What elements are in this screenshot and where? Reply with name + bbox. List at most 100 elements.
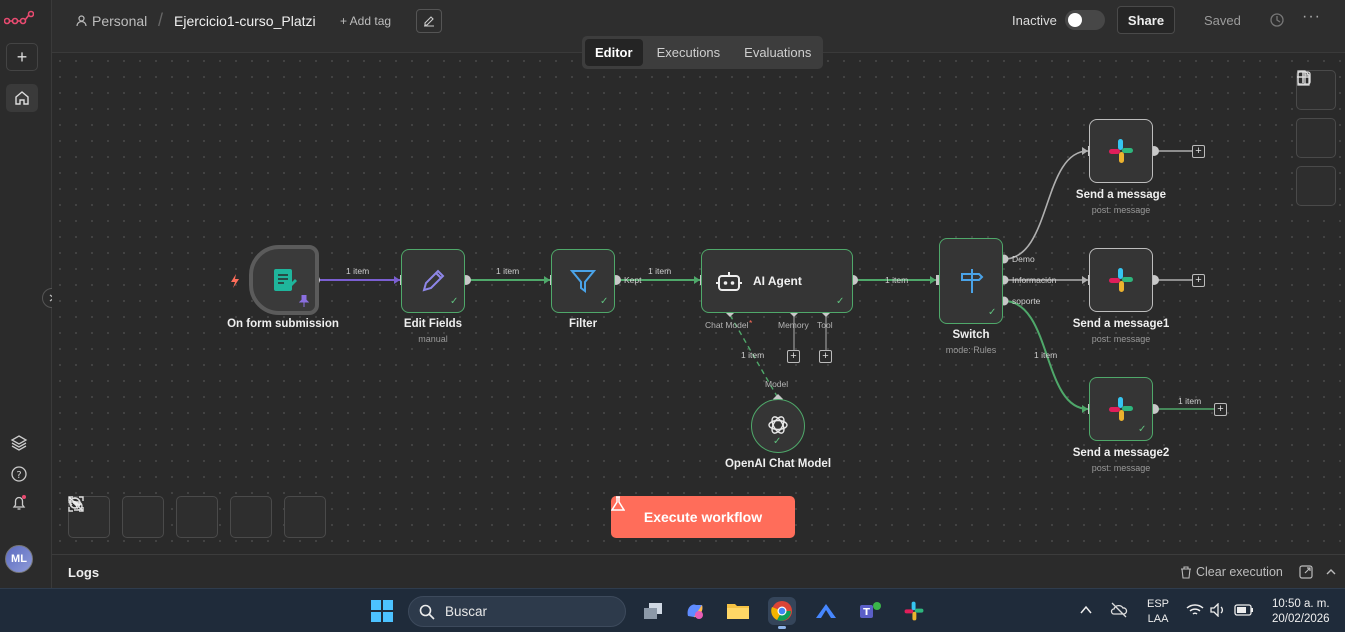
history-icon[interactable] [1269,12,1285,28]
node-send-message[interactable] [1089,119,1153,183]
edge-label: 1 item [496,266,520,276]
edge-label: 1 item [346,266,370,276]
share-button[interactable]: Share [1117,6,1175,34]
activation-label: Inactive [1012,13,1057,28]
home-button[interactable] [6,84,38,112]
tab-executions[interactable]: Executions [647,39,731,66]
node-send-message2[interactable]: ✓ [1089,377,1153,441]
n8n-logo-icon[interactable] [4,8,34,28]
workflow-canvas[interactable]: On form submission ✓ Edit Fields manual … [52,52,1345,554]
wifi-icon[interactable] [1186,603,1204,617]
node-label-trigger: On form submission [227,318,339,330]
tab-editor[interactable]: Editor [585,39,643,66]
help-icon[interactable]: ? [10,465,28,483]
node-label-switch: Switch [952,329,990,341]
add-after-message1-button[interactable]: + [1192,274,1205,287]
node-switch[interactable]: ✓ [939,238,1003,324]
vpn-app-icon[interactable] [812,597,840,625]
node-label-openai: OpenAI Chat Model [724,458,832,470]
add-tag-button[interactable]: + Add tag [340,14,391,28]
add-sticky-button[interactable] [1296,70,1336,158]
toggle-panel-button[interactable] [1296,71,1336,206]
search-icon [419,604,435,620]
slack-icon [1109,268,1133,292]
clear-execution-button[interactable]: Clear execution [1180,565,1283,579]
port-label-model: Model [765,379,789,389]
logs-panel[interactable]: Logs Clear execution [52,554,1345,588]
slack-app-icon[interactable] [900,597,928,625]
add-tool-button[interactable]: + [819,350,832,363]
workflow-name[interactable]: Ejercicio1-curso_Platzi [174,13,316,29]
filter-icon [569,270,597,293]
panel-icon [1297,71,1311,85]
node-label-ai-agent: AI Agent [753,274,802,288]
robot-icon [716,272,742,291]
switch-output-demo: Demo [1012,254,1035,264]
reset-zoom-button[interactable] [68,496,272,538]
add-after-message2-button[interactable]: + [1214,403,1227,416]
node-label-edit-fields: Edit Fields [403,318,463,330]
copilot-icon[interactable] [681,597,709,625]
pin-icon [299,295,309,307]
volume-icon[interactable] [1210,603,1226,617]
keyboard-layout: LAA [1147,613,1169,625]
pencil-icon [422,269,445,292]
zoom-out-button[interactable] [69,496,218,538]
more-options-button[interactable]: ··· [1302,8,1321,26]
tray-overflow-icon[interactable] [1080,605,1092,615]
zoom-in-button[interactable] [69,496,164,538]
templates-icon[interactable] [10,434,28,452]
chevron-up-icon[interactable] [1325,566,1337,578]
popout-icon[interactable] [1299,565,1313,579]
activation-toggle[interactable] [1065,10,1105,30]
windows-start-icon[interactable] [370,599,394,623]
chrome-icon[interactable] [768,597,796,629]
node-filter[interactable]: ✓ [551,249,615,313]
success-check-icon: ✓ [450,296,459,307]
filter-kept-label: Kept [624,275,642,285]
trigger-bolt-icon [231,274,239,288]
node-ai-agent[interactable]: AI Agent ✓ [701,249,853,313]
system-clock[interactable]: 10:50 a. m. 20/02/2026 [1272,597,1330,627]
clock-time: 10:50 a. m. [1272,598,1330,610]
task-view-icon[interactable] [639,597,667,625]
user-avatar[interactable]: ML [5,545,33,573]
project-breadcrumb[interactable]: Personal [76,13,147,29]
cloud-off-icon[interactable] [1110,602,1128,618]
language-indicator[interactable]: ESP LAA [1147,597,1169,627]
tidy-up-button[interactable] [68,496,326,538]
trash-icon [1181,565,1191,579]
active-app-indicator [778,626,786,629]
edit-description-button[interactable] [416,9,442,33]
node-edit-fields[interactable]: ✓ [401,249,465,313]
file-explorer-icon[interactable] [724,597,752,625]
node-sub-send-message: post: message [1091,205,1151,215]
success-check-icon: ✓ [773,436,782,447]
create-button[interactable]: + [6,43,38,71]
teams-icon[interactable]: T [856,597,884,625]
node-openai-chat-model[interactable]: ✓ [751,399,805,453]
node-sub-edit-fields: manual [418,334,448,344]
tab-evaluations[interactable]: Evaluations [734,39,821,66]
node-label-send-message1: Send a message1 [1072,318,1170,330]
form-icon [274,269,297,291]
notifications-icon[interactable] [10,494,28,512]
switch-output-soporte: soporte [1012,296,1041,306]
slack-icon [1109,397,1133,421]
node-label-send-message: Send a message [1075,189,1167,201]
execute-label: Execute workflow [643,509,763,525]
battery-icon[interactable] [1234,604,1254,616]
taskbar-search[interactable]: Buscar [408,596,626,627]
breadcrumb-separator: / [158,10,164,30]
add-memory-button[interactable]: + [787,350,800,363]
save-status: Saved [1204,13,1241,28]
switch-output-informacion: Información [1012,275,1057,285]
node-label-filter: Filter [568,318,598,330]
signpost-icon [961,269,984,293]
execute-workflow-button[interactable]: Execute workflow [611,496,795,538]
logs-title: Logs [68,565,100,580]
view-tabs: Editor Executions Evaluations [582,36,823,69]
node-sub-switch: mode: Rules [945,345,997,355]
node-send-message1[interactable] [1089,248,1153,312]
add-after-message-button[interactable]: + [1192,145,1205,158]
